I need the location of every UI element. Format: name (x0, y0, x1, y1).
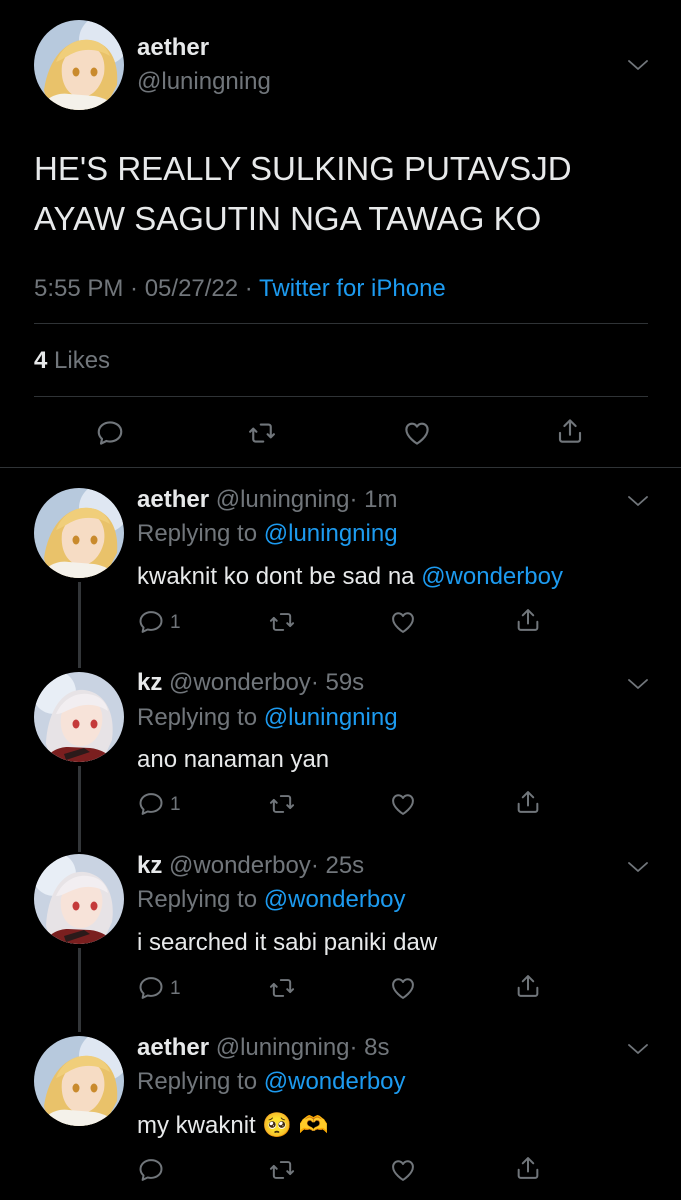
reply-text-body: my kwaknit (137, 1112, 263, 1139)
reply-icon[interactable] (95, 418, 125, 448)
replying-to: Replying to @wonderboy (137, 1068, 406, 1096)
heart-icon[interactable] (402, 418, 432, 448)
author-handle[interactable]: @wonderboy (169, 669, 311, 696)
avatar[interactable] (34, 854, 124, 944)
tweet-text: HE'S REALLY SULKING PUTAVSJD AYAW SAGUTI… (34, 144, 572, 244)
reply-text: kwaknit ko dont be sad na @wonderboy (137, 563, 563, 591)
replying-to-label: Replying to (137, 520, 264, 547)
reply-count: 1 (170, 978, 181, 999)
mention-link[interactable]: @wonderboy (421, 563, 563, 590)
replying-to: Replying to @luningning (137, 704, 398, 732)
chevron-down-icon[interactable] (626, 859, 650, 875)
reply-tweet[interactable]: kz @wonderboy· 25s Replying to @wonderbo… (0, 834, 681, 1016)
share-icon[interactable] (514, 972, 542, 1000)
author-name[interactable]: aether (137, 1034, 209, 1061)
likes-label: Likes (54, 347, 111, 374)
avatar[interactable] (34, 1036, 124, 1126)
timestamp[interactable]: 5:55 PM · 05/27/22 · (34, 275, 259, 302)
reply-tweet[interactable]: kz @wonderboy· 59s Replying to @luningni… (0, 650, 681, 834)
reply-header: kz @wonderboy· 25s (137, 852, 364, 880)
source-link[interactable]: Twitter for iPhone (259, 275, 446, 302)
avatar-image (34, 854, 124, 944)
likes-stat[interactable]: 4 Likes (34, 347, 110, 375)
reply-tweet[interactable]: aether @luningning· 1m Replying to @luni… (0, 468, 681, 650)
replying-to-handle[interactable]: @wonderboy (264, 886, 406, 913)
heart-icon[interactable] (389, 1156, 417, 1184)
author-handle[interactable]: @luningning (216, 1034, 350, 1061)
reply-time: · 59s (310, 669, 365, 696)
replying-to-handle[interactable]: @luningning (264, 704, 398, 731)
avatar[interactable] (34, 20, 124, 110)
author-handle[interactable]: @luningning (137, 68, 271, 96)
reply-icon[interactable] (137, 790, 165, 818)
reply-icon[interactable] (137, 608, 165, 636)
likes-count: 4 (34, 347, 48, 374)
retweet-icon[interactable] (268, 608, 296, 636)
chevron-down-icon[interactable] (626, 493, 650, 509)
heart-icon[interactable] (389, 974, 417, 1002)
author-name[interactable]: kz (137, 669, 162, 696)
tweet-meta: 5:55 PM · 05/27/22 · Twitter for iPhone (34, 275, 446, 303)
tweet-text-line: HE'S REALLY SULKING PUTAVSJD (34, 150, 572, 187)
replying-to-label: Replying to (137, 1068, 264, 1095)
heart-icon[interactable] (389, 790, 417, 818)
replying-to-label: Replying to (137, 704, 264, 731)
author-name[interactable]: aether (137, 486, 209, 513)
reply-time: · 1m (349, 486, 398, 513)
replying-to-handle[interactable]: @wonderboy (264, 1068, 406, 1095)
avatar[interactable] (34, 488, 124, 578)
reply-text-body: ano nanaman yan (137, 746, 330, 773)
reply-time: · 8s (349, 1034, 390, 1061)
tweet-text-line: AYAW SAGUTIN NGA TAWAG KO (34, 200, 542, 237)
reply-tweet[interactable]: aether @luningning· 8s Replying to @wond… (0, 1016, 681, 1200)
share-icon[interactable] (514, 1154, 542, 1182)
retweet-icon[interactable] (268, 974, 296, 1002)
share-icon[interactable] (514, 606, 542, 634)
reply-count: 1 (170, 612, 181, 633)
replying-to-handle[interactable]: @luningning (264, 520, 398, 547)
chevron-down-icon[interactable] (626, 1041, 650, 1057)
reply-text-body: kwaknit ko dont be sad na (137, 563, 422, 590)
chevron-down-icon[interactable] (626, 57, 650, 73)
reply-text: ano nanaman yan (137, 746, 329, 774)
reply-icon[interactable] (137, 974, 165, 1002)
reply-text: my kwaknit 🥺 🫶 (137, 1111, 329, 1140)
avatar-image (34, 672, 124, 762)
reply-text: i searched it sabi paniki daw (137, 929, 437, 957)
reply-text-body: i searched it sabi paniki daw (137, 929, 438, 956)
main-tweet: aether @luningning HE'S REALLY SULKING P… (0, 0, 681, 468)
heart-icon[interactable] (389, 608, 417, 636)
reply-icon[interactable] (137, 1156, 165, 1184)
share-icon[interactable] (555, 416, 585, 446)
chevron-down-icon[interactable] (626, 676, 650, 692)
retweet-icon[interactable] (247, 418, 277, 448)
author-handle[interactable]: @luningning (216, 486, 350, 513)
emoji: 🥺 🫶 (262, 1112, 329, 1139)
divider (34, 396, 648, 397)
replying-to: Replying to @luningning (137, 520, 398, 548)
reply-count: 1 (170, 794, 181, 815)
author-name[interactable]: kz (137, 852, 162, 879)
author-handle[interactable]: @wonderboy (169, 852, 311, 879)
avatar-image (34, 20, 124, 110)
divider (34, 323, 648, 324)
author-name[interactable]: aether (137, 34, 209, 62)
replying-to-label: Replying to (137, 886, 264, 913)
avatar-image (34, 488, 124, 578)
retweet-icon[interactable] (268, 790, 296, 818)
share-icon[interactable] (514, 788, 542, 816)
retweet-icon[interactable] (268, 1156, 296, 1184)
avatar[interactable] (34, 672, 124, 762)
replying-to: Replying to @wonderboy (137, 886, 406, 914)
avatar-image (34, 1036, 124, 1126)
reply-header: aether @luningning· 1m (137, 486, 398, 514)
reply-header: kz @wonderboy· 59s (137, 669, 364, 697)
reply-time: · 25s (310, 852, 365, 879)
reply-header: aether @luningning· 8s (137, 1034, 390, 1062)
